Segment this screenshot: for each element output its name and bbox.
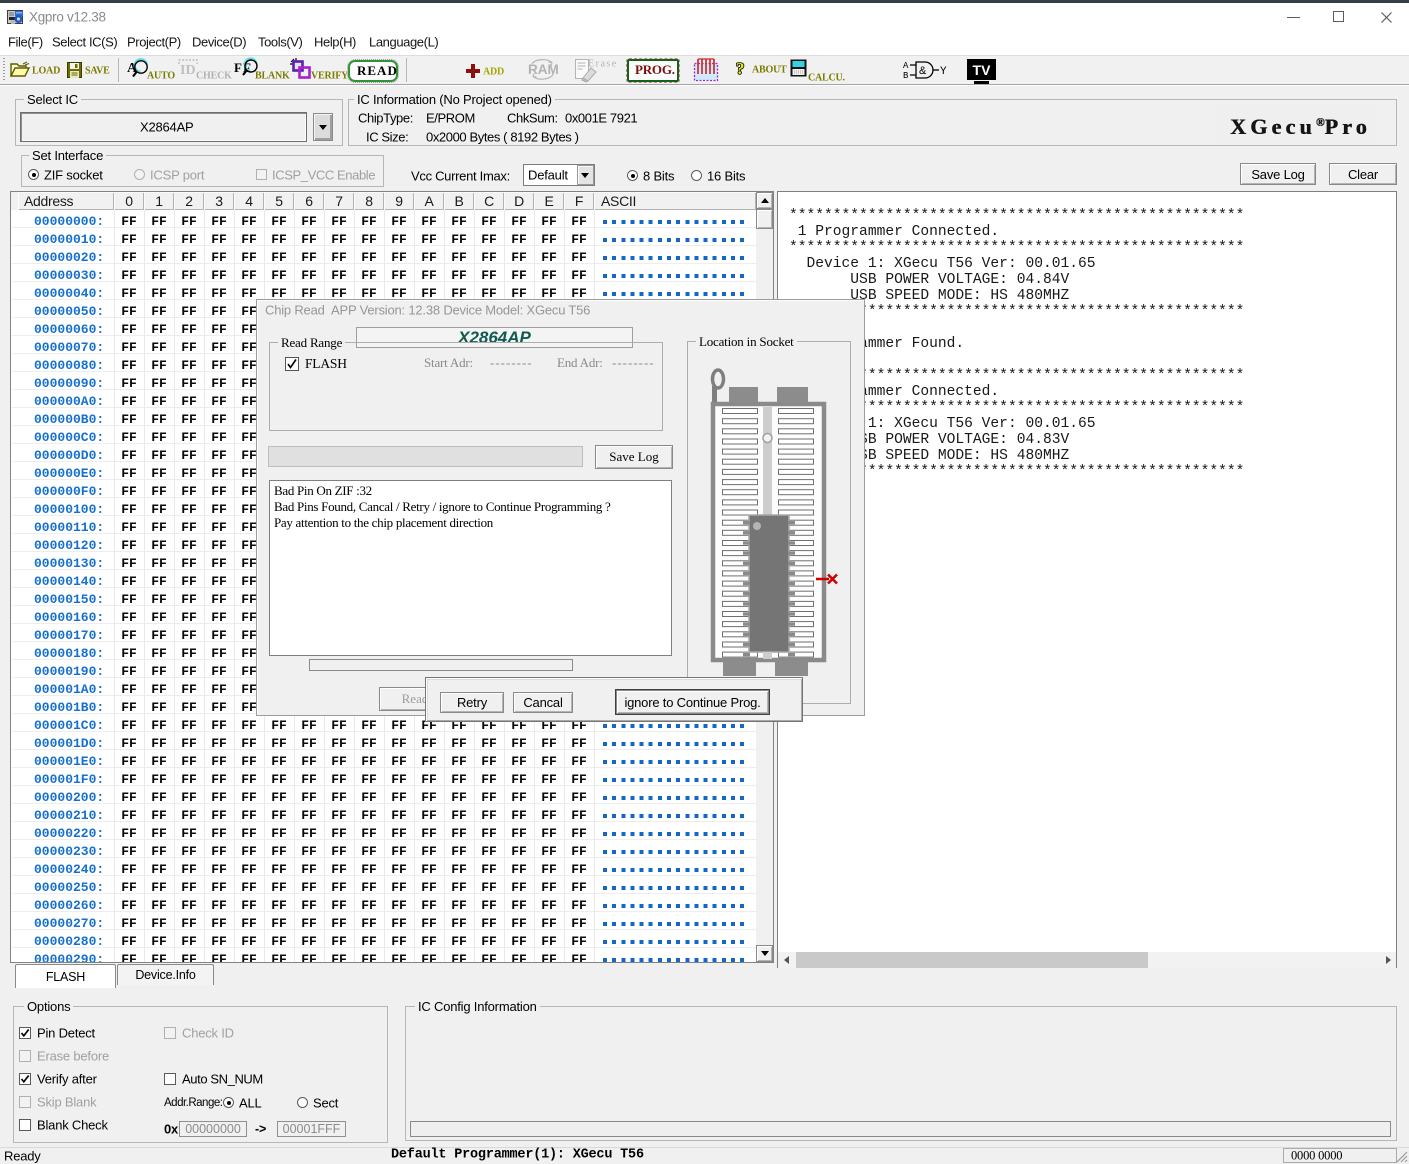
svg-text:Y: Y — [940, 66, 947, 78]
svg-text:F: F — [234, 60, 242, 75]
svg-text:ID: ID — [180, 63, 196, 78]
svg-text:B: B — [903, 71, 909, 81]
svg-text:?: ? — [736, 59, 745, 78]
svg-text:A: A — [903, 61, 909, 71]
svg-text:&: & — [919, 65, 927, 77]
svg-text:RAM: RAM — [528, 62, 559, 77]
